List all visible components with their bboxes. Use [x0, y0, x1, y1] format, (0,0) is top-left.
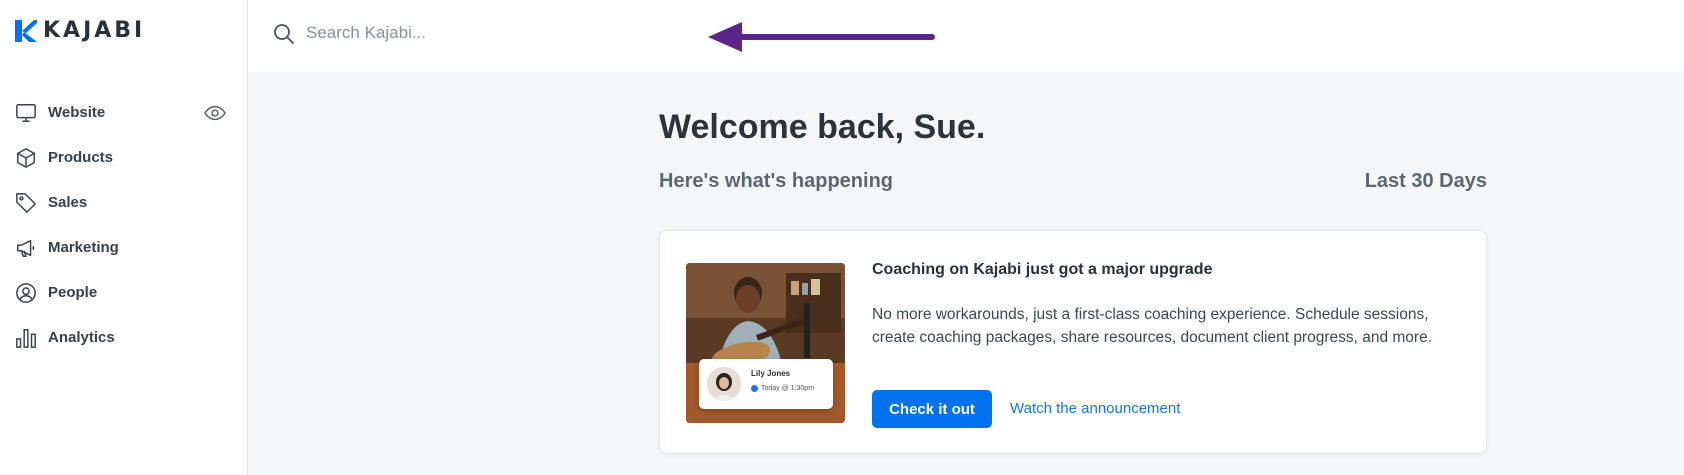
sidebar-item-website[interactable]: Website [0, 90, 247, 135]
sidebar-item-label: Website [48, 104, 106, 121]
box-icon [14, 146, 38, 170]
coaching-promo-image: Lily Jones Today @ 1:30pm [686, 263, 845, 423]
eye-icon[interactable] [204, 102, 226, 124]
kajabi-logo-icon [15, 20, 37, 42]
sidebar-item-products[interactable]: Products [0, 135, 247, 180]
watch-announcement-link[interactable]: Watch the announcement [1010, 400, 1180, 417]
sidebar-item-label: Analytics [48, 329, 115, 346]
contact-chip: Lily Jones Today @ 1:30pm [699, 359, 833, 409]
megaphone-icon [14, 236, 38, 260]
sidebar-item-label: Products [48, 149, 114, 166]
announcement-card: Lily Jones Today @ 1:30pm Coaching on Ka… [659, 230, 1487, 454]
contact-time: Today @ 1:30pm [761, 385, 815, 392]
annotation-arrow [708, 22, 935, 52]
sidebar-item-label: Sales [48, 194, 88, 211]
page-title: Welcome back, Sue. [659, 108, 986, 146]
search-input[interactable] [306, 18, 626, 48]
sidebar-item-people[interactable]: People [0, 270, 247, 315]
sidebar-item-analytics[interactable]: Analytics [0, 315, 247, 360]
kajabi-logo[interactable]: KAJABI [15, 19, 145, 43]
contact-name: Lily Jones [751, 369, 791, 378]
monitor-icon [14, 101, 38, 125]
logo-text: KAJABI [43, 18, 146, 43]
announcement-title: Coaching on Kajabi just got a major upgr… [872, 261, 1213, 278]
tag-icon [14, 191, 38, 215]
sidebar-item-sales[interactable]: Sales [0, 180, 247, 225]
date-range-label[interactable]: Last 30 Days [1365, 170, 1487, 193]
sidebar-item-label: People [48, 284, 98, 301]
search-icon [272, 22, 296, 46]
sidebar-item-marketing[interactable]: Marketing [0, 225, 247, 270]
avatar [707, 367, 741, 401]
status-dot [751, 385, 758, 392]
sidebar-nav: Website Products Sales Marketing People … [0, 90, 247, 360]
bar-chart-icon [14, 326, 38, 350]
check-it-out-button[interactable]: Check it out [872, 390, 992, 428]
sidebar-item-label: Marketing [48, 239, 119, 256]
top-bar [248, 0, 1684, 72]
user-circle-icon [14, 281, 38, 305]
sidebar: KAJABI Website Products Sales Marketing … [0, 0, 248, 475]
announcement-body: No more workarounds, just a first-class … [872, 306, 1433, 346]
section-subtitle: Here's what's happening [659, 170, 894, 192]
